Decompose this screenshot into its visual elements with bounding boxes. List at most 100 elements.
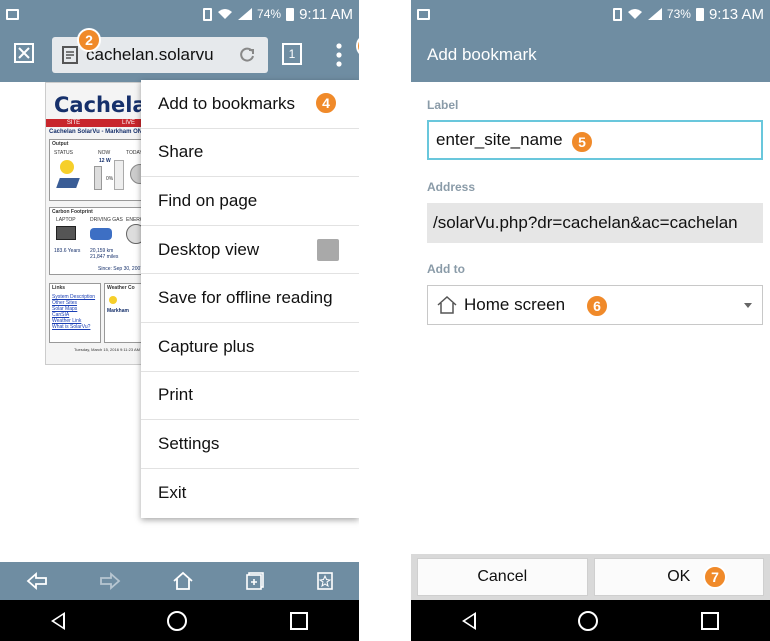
links-panel: Links System Description Other Sites Sol…: [49, 283, 101, 343]
addto-value: Home screen: [464, 295, 566, 314]
menu-desktop-view[interactable]: Desktop view: [141, 226, 359, 275]
driving-col: DRIVING GAS: [90, 217, 123, 223]
left-screen: 74% 9:11 AM cachelan.solarvu 1 Cachelan …: [0, 0, 359, 641]
cancel-label: Cancel: [477, 568, 528, 585]
nav-site[interactable]: SITE: [46, 119, 101, 127]
nav-recents-icon[interactable]: [700, 611, 719, 630]
back-arrow-icon[interactable]: [26, 572, 48, 590]
ok-label: OK: [667, 568, 691, 585]
more-vert-icon: [336, 43, 342, 67]
meter-percent: 0%: [106, 176, 114, 182]
site-nav: SITE LIVE: [46, 119, 154, 127]
menu-item-label: Share: [158, 142, 204, 162]
menu-settings[interactable]: Settings: [141, 420, 359, 469]
menu-share[interactable]: Share: [141, 129, 359, 178]
meter-bar: [94, 166, 102, 190]
weather-sun-icon: [109, 296, 117, 304]
wifi-icon: [627, 9, 642, 19]
bookmark-icon[interactable]: [316, 571, 334, 591]
laptop-icon: [56, 226, 76, 240]
label-input[interactable]: enter_site_name: [427, 120, 763, 160]
web-page-content[interactable]: Cachelan SITE LIVE Cachelan SolarVu - Ma…: [45, 82, 155, 365]
car-icon: [90, 228, 112, 240]
ok-button[interactable]: OK: [593, 558, 764, 596]
menu-find-on-page[interactable]: Find on page: [141, 177, 359, 226]
tabs-button[interactable]: 1: [282, 43, 302, 65]
links-heading: Links: [52, 285, 66, 291]
nav-back-icon[interactable]: [51, 611, 66, 630]
url-text: cachelan.solarvu: [86, 45, 214, 64]
cachelan-logo: Cachelan: [54, 93, 155, 117]
weather-heading: Weather Co: [107, 285, 135, 291]
gallery-notification-icon: [6, 8, 19, 20]
dropdown-caret-icon: [744, 303, 752, 308]
page-icon: [62, 46, 78, 64]
solar-panel-icon: [56, 178, 80, 188]
step-badge-4: 4: [314, 91, 338, 115]
home-screen-icon: [437, 295, 457, 314]
status-bar: 74% 9:11 AM: [0, 0, 359, 28]
menu-save-offline[interactable]: Save for offline reading: [141, 274, 359, 323]
output-panel: Output STATUS NOW TODAY 12 W 0%: [49, 139, 153, 201]
clock: 9:11 AM: [299, 5, 353, 23]
right-screen: 73% 9:13 AM Add bookmark Label enter_sit…: [411, 0, 770, 641]
battery-icon: [695, 7, 704, 21]
add-window-icon[interactable]: [245, 571, 265, 591]
menu-item-label: Exit: [158, 483, 187, 503]
menu-item-label: Capture plus: [158, 336, 255, 356]
reader-mode-icon[interactable]: [14, 43, 34, 68]
forward-arrow-icon[interactable]: [99, 572, 121, 590]
overflow-menu-button[interactable]: [336, 40, 342, 70]
carbon-panel: Carbon Footprint LAPTOP DRIVING GAS ENER…: [49, 207, 153, 275]
battery-icon: [286, 7, 295, 21]
menu-item-label: Settings: [158, 433, 220, 453]
address-value: /solarVu.php?dr=cachelan&ac=cachelan: [433, 213, 738, 232]
now-value: 12 W: [99, 158, 111, 164]
cancel-button[interactable]: Cancel: [417, 558, 588, 596]
carbon-heading: Carbon Footprint: [52, 209, 93, 215]
page-footer: Tuesday, March 15, 2016 9:11:23 AM GMT: [74, 347, 150, 352]
address-field[interactable]: /solarVu.php?dr=cachelan&ac=cachelan: [427, 203, 763, 243]
status-col: STATUS: [54, 150, 73, 156]
menu-item-label: Print: [158, 385, 193, 405]
refresh-icon[interactable]: [238, 46, 256, 64]
nav-home-icon[interactable]: [578, 610, 599, 631]
signal-icon: [238, 8, 253, 20]
battery-percent: 74%: [257, 7, 282, 21]
since-date: Since: Sep 30, 2007: [98, 266, 144, 272]
status-bar: 73% 9:13 AM: [411, 0, 770, 28]
home-icon[interactable]: [172, 571, 194, 591]
step-badge-6: 6: [585, 294, 609, 318]
step-badge-2: 2: [77, 28, 101, 52]
now-col: NOW: [98, 150, 111, 156]
nav-home-icon[interactable]: [167, 610, 188, 631]
weather-city: Markham: [107, 308, 129, 314]
sun-icon: [60, 160, 74, 174]
system-nav-bar: [0, 600, 359, 641]
gallery-notification-icon: [417, 8, 430, 20]
menu-exit[interactable]: Exit: [141, 469, 359, 518]
step-badge-7: 7: [703, 565, 727, 589]
overflow-menu: Add to bookmarks Share Find on page Desk…: [141, 80, 359, 518]
menu-capture-plus[interactable]: Capture plus: [141, 323, 359, 372]
label-caption: Label: [427, 98, 459, 112]
laptop-col: LAPTOP: [56, 217, 76, 223]
clock: 9:13 AM: [708, 5, 764, 23]
dialog-title-bar: Add bookmark: [411, 28, 770, 82]
nav-back-icon[interactable]: [462, 611, 477, 630]
menu-item-label: Find on page: [158, 190, 258, 210]
site-subtitle: Cachelan SolarVu - Markham ON: [49, 129, 143, 135]
menu-item-label: Save for offline reading: [158, 288, 333, 308]
driving-miles: 21,847 miles: [90, 254, 119, 260]
browser-toolbar: cachelan.solarvu 1: [0, 28, 359, 82]
laptop-value: 183.6 Years: [54, 248, 81, 254]
wifi-icon: [218, 9, 233, 19]
tab-count: 1: [288, 47, 296, 61]
nav-recents-icon[interactable]: [289, 611, 308, 630]
label-input-value: enter_site_name: [436, 130, 563, 149]
step-badge-5: 5: [570, 130, 594, 154]
menu-print[interactable]: Print: [141, 372, 359, 421]
desktop-view-checkbox[interactable]: [317, 238, 339, 261]
vibrate-icon: [612, 7, 622, 21]
link-what-is-solarvu[interactable]: What is SolarVu?: [52, 324, 90, 330]
